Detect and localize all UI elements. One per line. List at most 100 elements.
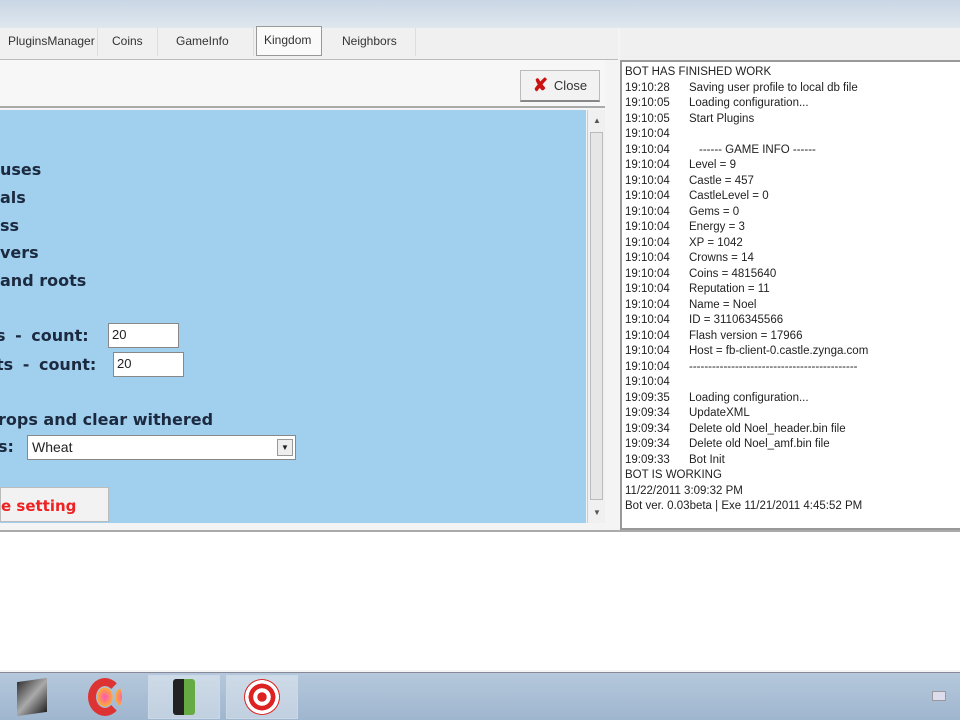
- log-message: 11/22/2011 3:09:32 PM: [625, 484, 743, 497]
- taskbar-app-media[interactable]: [0, 675, 64, 719]
- log-time: 19:10:04: [625, 221, 670, 233]
- log-message: Castle = 457: [689, 174, 754, 187]
- seed-label: s:: [0, 437, 14, 456]
- log-time: 19:10:28: [625, 81, 670, 94]
- log-message: Coins = 4815640: [689, 267, 777, 280]
- scrollbar-thumb[interactable]: [590, 132, 603, 500]
- log-time: 19:10:04: [625, 283, 670, 295]
- taskbar-app-recorder[interactable]: [148, 675, 220, 719]
- log-line: 19:10:04 Flash version = 17966: [622, 330, 960, 346]
- log-line: 19:09:34 UpdateXML: [622, 407, 960, 423]
- log-time: 19:10:04: [625, 252, 670, 264]
- log-line: 19:10:04 --------------------------------…: [622, 361, 960, 377]
- log-message: Bot Init: [689, 453, 725, 466]
- vertical-scrollbar[interactable]: ▲ ▼: [587, 110, 605, 523]
- camcorder-icon: [173, 679, 195, 715]
- log-time: 19:10:04: [625, 314, 670, 326]
- log-line: 19:10:28 Saving user profile to local db …: [622, 82, 960, 98]
- close-button[interactable]: ✘ Close: [520, 70, 600, 102]
- log-line: 19:10:05 Start Plugins: [622, 113, 960, 129]
- scroll-up-icon[interactable]: ▲: [593, 116, 601, 125]
- log-time: 19:10:04: [625, 143, 670, 156]
- log-message: Level = 9: [689, 159, 736, 171]
- log-time: 19:09:34: [625, 407, 670, 419]
- log-panel[interactable]: BOT HAS FINISHED WORK 19:10:28 Saving user…: [620, 60, 960, 530]
- log-message: Delete old Noel_header.bin file: [689, 422, 846, 435]
- log-message: UpdateXML: [689, 407, 750, 419]
- film-icon: [17, 677, 47, 717]
- option-label[interactable]: uses: [0, 160, 41, 179]
- log-time: 19:10:05: [625, 112, 670, 125]
- log-line: 19:10:04 Reputation = 11: [622, 283, 960, 299]
- log-message: ID = 31106345566: [689, 314, 784, 326]
- log-line: 19:09:34 Delete old Noel_header.bin file: [622, 423, 960, 439]
- close-label: Close: [553, 78, 588, 93]
- log-line: 19:10:05 Loading configuration...: [622, 97, 960, 113]
- option-label[interactable]: and roots: [0, 271, 86, 290]
- seed-select[interactable]: Wheat ▼: [27, 435, 296, 460]
- log-line: 19:10:04 ID = 31106345566: [622, 314, 960, 330]
- log-time: 19:10:04: [625, 190, 670, 202]
- log-message: Start Plugins: [689, 112, 755, 125]
- option-label[interactable]: als: [0, 188, 26, 207]
- tab-coins[interactable]: Coins: [98, 28, 158, 56]
- log-time: 19:10:05: [625, 97, 670, 109]
- taskbar-app-target[interactable]: [226, 675, 298, 719]
- log-line: 19:10:04 Gems = 0: [622, 206, 960, 222]
- kingdom-settings-panel: [0, 110, 586, 523]
- log-line: 19:10:04 Energy = 3: [622, 221, 960, 237]
- target-icon: [244, 679, 280, 715]
- log-line: BOT IS WORKING: [622, 469, 960, 485]
- log-line: 19:10:04 CastleLevel = 0: [622, 190, 960, 206]
- log-message: Energy = 3: [689, 221, 745, 233]
- taskbar: [0, 672, 960, 720]
- log-message: Crowns = 14: [689, 252, 754, 264]
- log-line: 19:10:04 Name = Noel: [622, 299, 960, 315]
- log-time: 19:10:04: [625, 205, 670, 218]
- log-line: 11/22/2011 3:09:32 PM: [622, 485, 960, 501]
- count-label: ts - count:: [0, 355, 97, 374]
- blank-area: [0, 530, 960, 670]
- scroll-down-icon[interactable]: ▼: [593, 508, 601, 517]
- option-label[interactable]: ss: [0, 216, 19, 235]
- log-message: Saving user profile to local db file: [689, 81, 858, 94]
- log-message: Delete old Noel_amf.bin file: [689, 438, 830, 450]
- log-message: XP = 1042: [689, 236, 743, 249]
- tab-neighbors[interactable]: Neighbors: [330, 28, 416, 56]
- ccleaner-icon: [88, 678, 122, 716]
- log-header-area: [620, 28, 960, 60]
- tab-kingdom[interactable]: Kingdom: [256, 26, 322, 56]
- log-time: 19:10:04: [625, 329, 670, 342]
- close-icon: ✘: [532, 75, 548, 95]
- log-message: Gems = 0: [689, 205, 740, 218]
- log-time: 19:10:04: [625, 236, 670, 249]
- harvest-crops-label[interactable]: rops and clear withered: [0, 410, 213, 429]
- log-message: Loading configuration...: [689, 391, 809, 404]
- log-message: Flash version = 17966: [689, 329, 803, 342]
- log-line: 19:10:04: [622, 376, 960, 392]
- log-message: Name = Noel: [689, 298, 757, 311]
- log-line: 19:10:04 Coins = 4815640: [622, 268, 960, 284]
- tab-gameinfo[interactable]: GameInfo: [158, 28, 254, 56]
- option-label[interactable]: vers: [0, 243, 39, 262]
- log-message: Bot ver. 0.03beta | Exe 11/21/2011 4:45:…: [625, 500, 863, 512]
- log-line: 19:10:04: [622, 128, 960, 144]
- log-time: 19:10:04: [625, 376, 670, 388]
- log-time: 19:10:04: [625, 267, 670, 280]
- chevron-down-icon[interactable]: ▼: [277, 439, 293, 456]
- panel-header: [0, 60, 605, 108]
- log-message: Loading configuration...: [689, 97, 809, 109]
- show-desktop-button[interactable]: [932, 691, 946, 701]
- tab-plugins-manager[interactable]: PluginsManager: [0, 28, 98, 56]
- seed-value: Wheat: [32, 439, 73, 455]
- count-input[interactable]: 20: [113, 352, 184, 377]
- save-setting-button[interactable]: e setting: [0, 487, 109, 522]
- log-line: 19:10:04 Host = fb-client-0.castle.zynga.…: [622, 345, 960, 361]
- log-line: 19:10:04 Castle = 457: [622, 175, 960, 191]
- title-strip: [0, 0, 960, 28]
- taskbar-app-ccleaner[interactable]: [72, 675, 138, 719]
- count-input[interactable]: 20: [108, 323, 179, 348]
- log-line: 19:10:04 ------ GAME INFO ------: [622, 144, 960, 160]
- log-time: 19:10:04: [625, 174, 670, 187]
- log-line: 19:09:35 Loading configuration...: [622, 392, 960, 408]
